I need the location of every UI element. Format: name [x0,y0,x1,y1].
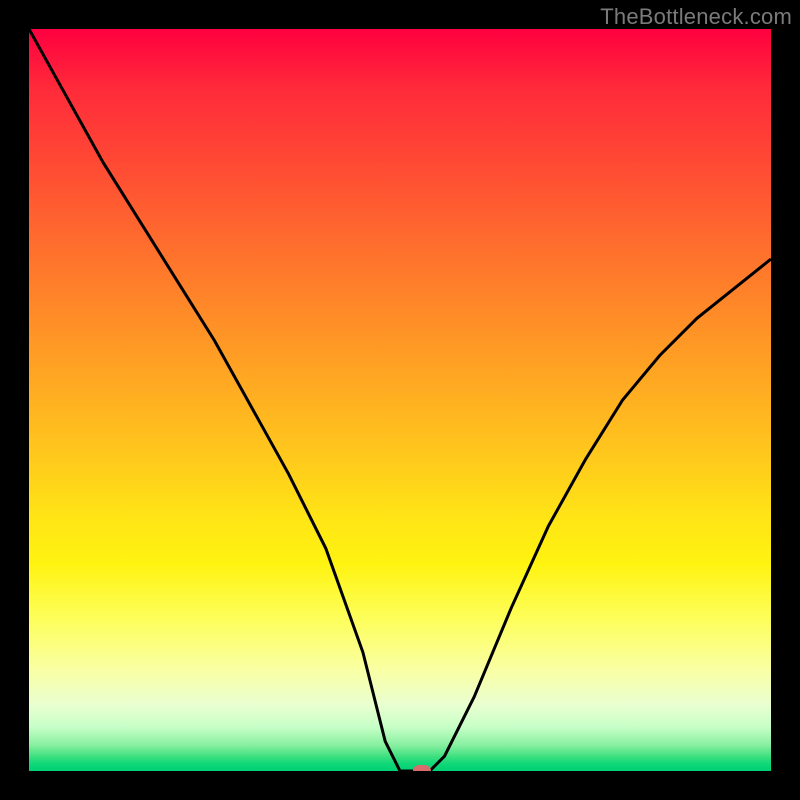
curve-path [29,29,771,771]
bottleneck-curve [29,29,771,771]
optimum-marker [413,765,431,771]
chart-frame: TheBottleneck.com [0,0,800,800]
plot-area [29,29,771,771]
watermark-text: TheBottleneck.com [600,4,792,30]
